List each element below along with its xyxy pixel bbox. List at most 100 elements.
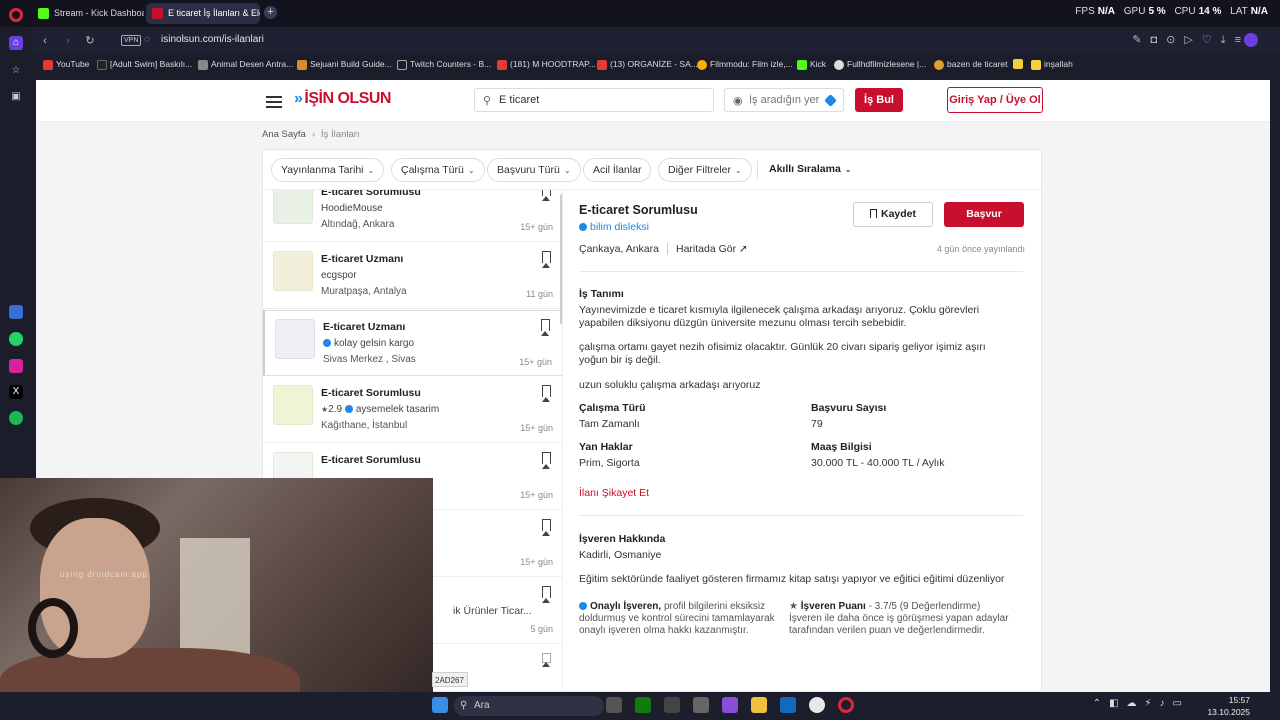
page-icon	[198, 60, 208, 70]
bookmark-item[interactable]: (13) ORGANİZE - SA...	[597, 59, 698, 70]
settings-icon[interactable]	[664, 697, 680, 713]
filter-urgent[interactable]: Acil İlanlar	[583, 158, 652, 182]
applicants-label: Başvuru Sayısı	[811, 402, 887, 414]
verified-icon	[344, 405, 353, 413]
taskbar-clock[interactable]: 15:57 13.10.2025	[1207, 694, 1250, 718]
reload-icon[interactable]: ↻	[83, 34, 97, 48]
bookmark-item[interactable]: bazen de ticaret	[934, 59, 1007, 70]
bookmark-item[interactable]: Filmmodu: Film izle,...	[697, 59, 793, 70]
start-icon[interactable]	[432, 697, 448, 713]
s-icon	[1013, 59, 1023, 69]
taskbar-search[interactable]: ⚲ Ara	[454, 696, 604, 716]
bookmark-item[interactable]: inşallah	[1031, 59, 1073, 70]
copilot-icon[interactable]	[722, 697, 738, 713]
x-icon[interactable]: X	[9, 385, 23, 399]
bookmark-icon[interactable]	[541, 319, 550, 336]
map-link[interactable]: Haritada Gör ➚	[667, 243, 748, 255]
outlook-icon[interactable]	[780, 697, 796, 713]
filter-other[interactable]: Diğer Filtreler ⌄	[658, 158, 752, 182]
bookmark-label: YouTube	[56, 59, 90, 69]
menu-icon[interactable]	[264, 93, 284, 109]
job-age: 15+ gün	[520, 557, 553, 567]
forward-icon[interactable]: ›	[61, 34, 75, 48]
url-field[interactable]: isinolsun.com/is-ilanlari	[161, 34, 264, 45]
address-bar-actions-icon[interactable]: ✎◘⊙▷♡⤓≡	[1132, 33, 1250, 47]
job-title: E-ticaret Uzmanı	[321, 253, 404, 265]
bookmark-icon[interactable]	[542, 519, 551, 536]
job-card[interactable]: E-ticaret Sorumlusu ★2.9 aysemelek tasar…	[263, 377, 562, 443]
profile-avatar[interactable]	[1244, 33, 1258, 47]
job-location: Muratpaşa, Antalya	[321, 286, 407, 297]
filter-work-type[interactable]: Çalışma Türü ⌄	[391, 158, 485, 182]
bookmark-item[interactable]: Kick	[797, 59, 826, 70]
company-logo	[273, 251, 313, 291]
spotify-icon[interactable]	[9, 411, 23, 425]
location-input[interactable]	[749, 92, 829, 108]
job-card-selected[interactable]: E-ticaret Uzmanı kolay gelsin kargo Siva…	[263, 310, 562, 376]
bookmark-item[interactable]: Sejuani Build Guide...	[297, 59, 392, 70]
bookmark-item[interactable]: YouTube	[43, 59, 90, 70]
job-card[interactable]: E-ticaret Uzmanı ecgspor Muratpaşa, Anta…	[263, 243, 562, 309]
bookmark-icon[interactable]	[542, 385, 551, 402]
job-company: ecgspor	[321, 270, 357, 281]
verified-employer-badge: Onaylı İşveren, profil bilgilerini eksik…	[579, 601, 779, 637]
wallet-icon[interactable]: ▣	[9, 90, 23, 104]
opera-icon[interactable]	[838, 697, 854, 713]
save-button[interactable]: Kaydet	[853, 202, 933, 227]
job-card[interactable]: E-ticaret Sorumlusu HoodieMouse Altındağ…	[263, 190, 562, 242]
tab-kick-dashboard[interactable]: Stream - Kick Dashboard	[32, 3, 144, 24]
checkbox-icon[interactable]	[542, 653, 551, 667]
site-logo[interactable]: » İŞİN OLSUN	[294, 90, 391, 108]
chrome-icon[interactable]	[809, 697, 825, 713]
star-icon[interactable]: ☆	[9, 64, 23, 78]
filter-application-type[interactable]: Başvuru Türü ⌄	[487, 158, 581, 182]
fps-label: FPS	[1075, 6, 1095, 17]
filter-label: Yayınlanma Tarihi	[281, 164, 364, 176]
home-icon[interactable]: ⌂	[9, 36, 23, 50]
whatsapp-icon[interactable]	[9, 332, 23, 346]
sort-dropdown[interactable]: Akıllı Sıralama ⌄	[769, 163, 852, 175]
job-search-input[interactable]	[499, 92, 699, 108]
shield-icon[interactable]: ◌	[144, 34, 150, 45]
tab-isinolsun[interactable]: E ticaret İş İlanları & Elem...	[146, 3, 260, 24]
store-icon[interactable]	[693, 697, 709, 713]
filter-publish-date[interactable]: Yayınlanma Tarihi ⌄	[271, 158, 385, 182]
breadcrumb-home[interactable]: Ana Sayfa	[262, 129, 306, 140]
chevron-down-icon: ⌄	[844, 165, 852, 174]
opera-logo-icon[interactable]	[9, 8, 23, 22]
login-button[interactable]: Giriş Yap / Üye Ol	[947, 87, 1043, 113]
bookmark-icon[interactable]	[542, 452, 551, 469]
bookmark-label: [Adult Swim] Baskılı...	[110, 59, 193, 69]
bookmark-item[interactable]	[1013, 59, 1023, 70]
system-tray-icon[interactable]: ⌃◧☁⚡♪▭	[1093, 698, 1190, 709]
task-view-icon[interactable]	[606, 697, 622, 713]
location-box[interactable]: ◉	[724, 88, 844, 112]
vpn-badge[interactable]: VPN	[121, 35, 142, 46]
detail-company-row[interactable]: bilim disleksi	[579, 221, 649, 233]
bookmark-item[interactable]: Twitch Counters - B...	[397, 59, 492, 70]
description-paragraph: uzun soluklu çalışma arkadaşı arıyoruz	[579, 379, 761, 391]
back-icon[interactable]: ‹	[38, 34, 52, 48]
bookmark-item[interactable]: Fullhdfilmizlesene |...	[834, 59, 926, 70]
bookmark-icon[interactable]	[542, 251, 551, 268]
search-button[interactable]: İş Bul	[855, 88, 903, 112]
bookmark-item[interactable]: [Adult Swim] Baskılı...	[97, 59, 193, 70]
bookmark-icon[interactable]	[542, 586, 551, 603]
taskbar-search-label: Ara	[474, 700, 490, 711]
job-search-box[interactable]: ⚲	[474, 88, 714, 112]
report-link[interactable]: İlanı Şikayet Et	[579, 487, 649, 499]
apply-button[interactable]: Başvur	[944, 202, 1024, 227]
address-bar: ‹ › ↻ VPN ◌ isinolsun.com/is-ilanlari ✎◘…	[31, 27, 1280, 54]
folder-icon[interactable]	[751, 697, 767, 713]
instagram-icon[interactable]	[9, 359, 23, 373]
bookmark-icon[interactable]	[542, 190, 551, 201]
bookmark-label: Twitch Counters - B...	[410, 59, 492, 69]
new-tab-button[interactable]: +	[264, 6, 277, 19]
job-location: Altındağ, Ankara	[321, 219, 395, 230]
xbox-icon[interactable]	[635, 697, 651, 713]
bookmark-item[interactable]: Animal Desen Antra...	[198, 59, 293, 70]
bookmark-item[interactable]: (181) M HOODTRAP...	[497, 59, 596, 70]
site-header: »İŞİN OLSUN ⚲ ◉ İş Bul Giriş Yap / Üye O…	[36, 80, 1270, 122]
app-icon[interactable]	[9, 305, 23, 319]
logo-chevron: »	[294, 90, 303, 107]
